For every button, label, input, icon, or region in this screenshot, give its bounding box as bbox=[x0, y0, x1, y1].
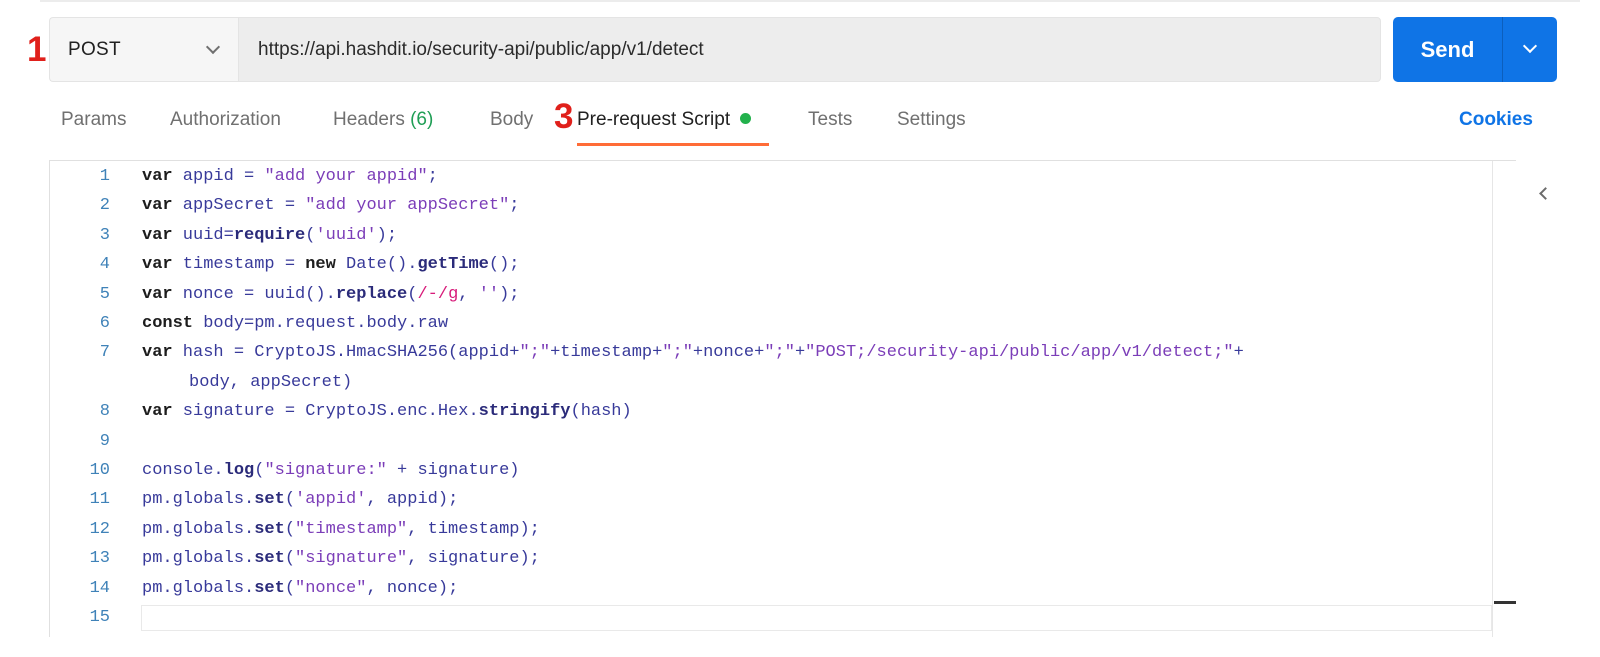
line-number: 2 bbox=[99, 196, 110, 215]
url-input[interactable]: https://api.hashdit.io/security-api/publ… bbox=[238, 17, 1381, 82]
method-select[interactable]: POST bbox=[49, 17, 238, 82]
line-number: 3 bbox=[99, 226, 110, 245]
code-line[interactable]: var hash = CryptoJS.HmacSHA256(appid+";"… bbox=[142, 342, 1244, 364]
code-line[interactable]: pm.globals.set("signature", signature); bbox=[142, 548, 540, 570]
tab-label: Tests bbox=[808, 109, 853, 130]
top-divider bbox=[40, 0, 1580, 2]
code-line[interactable]: pm.globals.set('appid', appid); bbox=[142, 489, 458, 511]
line-number: 7 bbox=[99, 343, 110, 362]
tab-body[interactable]: Body bbox=[490, 108, 533, 132]
cookies-link[interactable]: Cookies bbox=[1459, 108, 1533, 132]
code-line[interactable]: const body=pm.request.body.raw bbox=[142, 313, 448, 335]
line-number: 1 bbox=[99, 167, 110, 186]
line-number: 13 bbox=[89, 549, 110, 568]
code-line-wrap[interactable]: body, appSecret) bbox=[189, 372, 352, 394]
code-line[interactable]: var signature = CryptoJS.enc.Hex.stringi… bbox=[142, 401, 632, 423]
line-number: 15 bbox=[89, 608, 110, 627]
tab-label: Authorization bbox=[170, 109, 281, 130]
send-button-group: Send bbox=[1393, 17, 1557, 82]
chevron-down-icon bbox=[1522, 38, 1538, 54]
code-line[interactable]: var appid = "add your appid"; bbox=[142, 166, 438, 188]
code-line[interactable]: console.log("signature:" + signature) bbox=[142, 460, 519, 482]
tab-label: Body bbox=[490, 109, 534, 130]
current-line-highlight bbox=[141, 605, 1492, 631]
tab-label: Params bbox=[61, 109, 127, 130]
line-number: 12 bbox=[89, 520, 110, 539]
tab-settings[interactable]: Settings bbox=[897, 108, 966, 132]
editor-scrollbar[interactable] bbox=[1492, 161, 1516, 637]
chevron-left-icon bbox=[1539, 187, 1552, 200]
line-number: 14 bbox=[89, 579, 110, 598]
tab-label: Headers bbox=[333, 109, 405, 130]
tab-pre-request-script[interactable]: Pre-request Script bbox=[577, 108, 752, 132]
tab-params[interactable]: Params bbox=[61, 108, 126, 132]
line-number: 10 bbox=[89, 461, 110, 480]
line-number: 4 bbox=[99, 255, 110, 274]
send-options-button[interactable] bbox=[1503, 17, 1557, 82]
line-number: 11 bbox=[89, 490, 110, 509]
line-number: 9 bbox=[99, 432, 110, 451]
line-number: 8 bbox=[99, 402, 110, 421]
code-line[interactable]: var nonce = uuid().replace(/-/g, ''); bbox=[142, 284, 520, 306]
chevron-down-icon bbox=[205, 39, 221, 55]
line-number: 5 bbox=[99, 285, 110, 304]
status-dot-icon bbox=[740, 113, 752, 124]
scrollbar-marker bbox=[1494, 601, 1516, 604]
method-value: POST bbox=[68, 39, 121, 60]
tab-label: Settings bbox=[897, 109, 966, 130]
headers-count: (6) bbox=[410, 109, 434, 130]
tab-headers[interactable]: Headers (6) bbox=[333, 108, 433, 132]
code-line[interactable]: var uuid=require('uuid'); bbox=[142, 225, 397, 247]
active-tab-indicator bbox=[577, 143, 769, 146]
url-value: https://api.hashdit.io/security-api/publ… bbox=[258, 39, 704, 60]
collapse-panel-button[interactable] bbox=[1532, 180, 1556, 208]
annotation-marker-3: 3 bbox=[554, 97, 574, 136]
tab-tests[interactable]: Tests bbox=[808, 108, 852, 132]
code-line[interactable]: pm.globals.set("nonce", nonce); bbox=[142, 578, 458, 600]
code-line[interactable]: var appSecret = "add your appSecret"; bbox=[142, 195, 519, 217]
tab-authorization[interactable]: Authorization bbox=[170, 108, 281, 132]
annotation-marker-1: 1 bbox=[27, 30, 47, 69]
tab-label: Pre-request Script bbox=[577, 109, 731, 130]
code-line[interactable]: pm.globals.set("timestamp", timestamp); bbox=[142, 519, 540, 541]
send-button[interactable]: Send bbox=[1393, 17, 1502, 82]
code-line[interactable]: var timestamp = new Date().getTime(); bbox=[142, 254, 520, 276]
line-number: 6 bbox=[99, 314, 110, 333]
